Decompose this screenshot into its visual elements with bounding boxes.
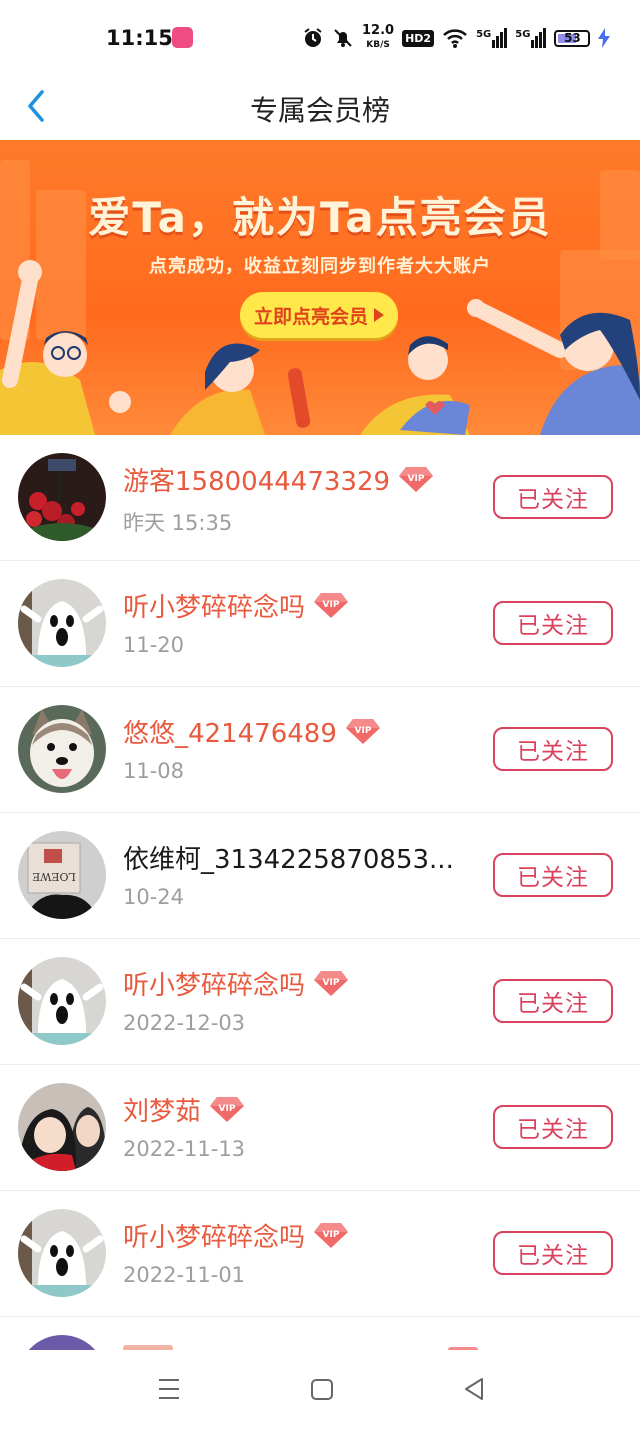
followed-button[interactable]: 已关注 bbox=[493, 1105, 613, 1149]
home-square-icon[interactable] bbox=[310, 1376, 334, 1402]
cta-label: 立即点亮会员 bbox=[253, 305, 368, 328]
list-item[interactable]: 悠悠_421476489 VIP 11-08 已关注 bbox=[0, 687, 640, 813]
vip-diamond-icon: VIP bbox=[399, 467, 434, 492]
join-date: 昨天 15:35 bbox=[123, 511, 233, 535]
menu-icon[interactable] bbox=[157, 1376, 181, 1402]
svg-text:VIP: VIP bbox=[219, 1104, 236, 1114]
list-item-partial[interactable] bbox=[0, 1317, 640, 1350]
avatar[interactable] bbox=[18, 579, 106, 667]
avatar[interactable] bbox=[18, 1209, 106, 1297]
followed-button[interactable]: 已关注 bbox=[493, 853, 613, 897]
followed-button[interactable]: 已关注 bbox=[493, 727, 613, 771]
join-date: 10-24 bbox=[123, 885, 185, 909]
signal-5g-2: 5G bbox=[515, 28, 547, 48]
followed-button[interactable]: 已关注 bbox=[493, 475, 613, 519]
followed-button[interactable]: 已关注 bbox=[493, 1231, 613, 1275]
followed-button[interactable]: 已关注 bbox=[493, 979, 613, 1023]
signal-5g-1: 5G bbox=[476, 28, 508, 48]
avatar[interactable]: LOEWE bbox=[18, 831, 106, 919]
list-item[interactable]: 听小梦碎碎念吗 VIP 2022-11-01 已关注 bbox=[0, 1191, 640, 1317]
join-date: 2022-12-03 bbox=[123, 1011, 246, 1035]
hd-badge: HD2 bbox=[402, 29, 435, 47]
member-name-line: 听小梦碎碎念吗 VIP bbox=[123, 965, 349, 1002]
banner-headline: 爱Ta，就为Ta点亮会员 bbox=[88, 193, 552, 242]
vip-diamond-icon: VIP bbox=[345, 719, 380, 744]
back-triangle-icon[interactable] bbox=[462, 1376, 486, 1402]
status-icons: 12.0 KB/S HD2 5G 5G 53 bbox=[302, 23, 611, 51]
vip-diamond-icon: VIP bbox=[210, 1097, 245, 1122]
vip-diamond-icon: VIP bbox=[314, 593, 349, 618]
list-item[interactable]: LOEWE 依维柯_3134225870853... 10-24 已关注 bbox=[0, 813, 640, 939]
member-name-line: 听小梦碎碎念吗 VIP bbox=[123, 1217, 349, 1254]
join-date: 2022-11-13 bbox=[123, 1137, 246, 1161]
banner-subtitle: 点亮成功，收益立刻同步到作者大大账户 bbox=[149, 256, 491, 277]
member-name-line: 依维柯_3134225870853... bbox=[123, 839, 454, 876]
vip-diamond-icon: VIP bbox=[314, 971, 349, 996]
system-nav-bar bbox=[0, 1350, 640, 1429]
status-time: 11:15 bbox=[106, 26, 173, 50]
top-header: 专属会员榜 bbox=[0, 76, 640, 141]
vip-diamond-icon: VIP bbox=[314, 1223, 349, 1248]
followed-button[interactable]: 已关注 bbox=[493, 601, 613, 645]
alarm-icon bbox=[304, 28, 322, 47]
member-name[interactable]: 依维柯_3134225870853... bbox=[123, 839, 454, 876]
network-speed: 12.0 KB/S bbox=[362, 23, 395, 51]
promo-banner[interactable]: 爱Ta，就为Ta点亮会员 点亮成功，收益立刻同步到作者大大账户 立即点亮会员 bbox=[0, 140, 640, 435]
member-name-line: 听小梦碎碎念吗 VIP bbox=[123, 587, 349, 624]
avatar[interactable] bbox=[18, 705, 106, 793]
avatar[interactable] bbox=[18, 957, 106, 1045]
avatar[interactable] bbox=[18, 1335, 106, 1350]
avatar[interactable] bbox=[18, 453, 106, 541]
member-name[interactable]: 游客1580044473329 bbox=[123, 461, 390, 498]
member-name[interactable]: 听小梦碎碎念吗 bbox=[123, 1217, 305, 1254]
member-name[interactable]: 听小梦碎碎念吗 bbox=[123, 965, 305, 1002]
battery-icon: 53 bbox=[554, 29, 591, 47]
join-date: 11-20 bbox=[123, 633, 185, 657]
member-list: 游客1580044473329 VIP 昨天 15:35 已关注 听小梦碎碎念吗… bbox=[0, 435, 640, 1350]
status-bar: 11:15 12.0 KB/S HD2 5G 5G 53 bbox=[0, 0, 640, 76]
list-item[interactable]: 听小梦碎碎念吗 VIP 11-20 已关注 bbox=[0, 561, 640, 687]
list-item[interactable]: 刘梦茹 VIP 2022-11-13 已关注 bbox=[0, 1065, 640, 1191]
mute-bell-icon bbox=[334, 29, 352, 47]
app-notification-icon bbox=[172, 27, 193, 48]
member-name[interactable]: 听小梦碎碎念吗 bbox=[123, 587, 305, 624]
list-item[interactable]: 听小梦碎碎念吗 VIP 2022-12-03 已关注 bbox=[0, 939, 640, 1065]
light-up-member-button[interactable]: 立即点亮会员 bbox=[240, 292, 398, 338]
member-name[interactable]: 刘梦茹 bbox=[123, 1091, 201, 1128]
member-name-line: 游客1580044473329 VIP bbox=[123, 461, 434, 498]
svg-text:VIP: VIP bbox=[408, 474, 425, 484]
svg-text:VIP: VIP bbox=[323, 1230, 340, 1240]
member-name-line: 悠悠_421476489 VIP bbox=[123, 713, 381, 750]
svg-text:LOEWE: LOEWE bbox=[32, 870, 76, 883]
join-date: 11-08 bbox=[123, 759, 185, 783]
wifi-icon bbox=[443, 29, 467, 48]
svg-text:VIP: VIP bbox=[354, 726, 371, 736]
avatar[interactable] bbox=[18, 1083, 106, 1171]
svg-text:VIP: VIP bbox=[323, 978, 340, 988]
charging-icon bbox=[598, 28, 611, 48]
page-title: 专属会员榜 bbox=[249, 94, 390, 127]
svg-text:VIP: VIP bbox=[323, 600, 340, 610]
play-arrow-icon bbox=[374, 308, 384, 322]
member-name-line: 刘梦茹 VIP bbox=[123, 1091, 245, 1128]
join-date: 2022-11-01 bbox=[123, 1263, 246, 1287]
member-name[interactable]: 悠悠_421476489 bbox=[123, 713, 337, 750]
list-item[interactable]: 游客1580044473329 VIP 昨天 15:35 已关注 bbox=[0, 435, 640, 561]
